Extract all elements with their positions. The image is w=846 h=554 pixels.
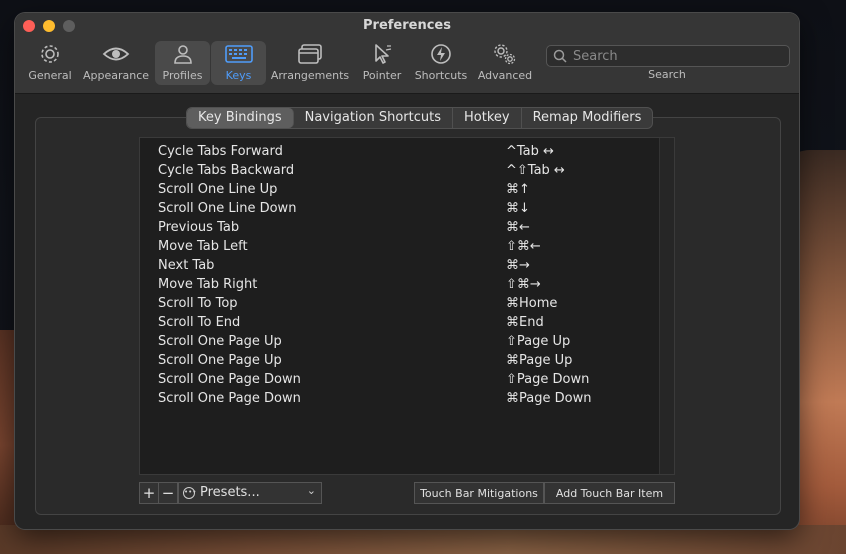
binding-action: Next Tab: [158, 258, 215, 273]
gears-icon: [491, 41, 519, 67]
table-row[interactable]: Previous Tab ⌘←: [140, 219, 660, 238]
wallpaper-rock-bottom: [0, 525, 846, 554]
tab-hotkey[interactable]: Hotkey: [453, 108, 522, 128]
eye-icon: [102, 41, 130, 67]
tab-remap-modifiers[interactable]: Remap Modifiers: [522, 108, 653, 128]
binding-action: Scroll To Top: [158, 296, 238, 311]
toolbar-general[interactable]: General: [25, 41, 75, 85]
toolbar-profiles[interactable]: Profiles: [155, 41, 210, 85]
binding-key: ⌘Page Down: [506, 391, 592, 406]
binding-key: ⇧Page Up: [506, 334, 571, 349]
binding-action: Scroll One Line Down: [158, 201, 297, 216]
binding-key: ⌘→: [506, 258, 530, 273]
binding-action: Scroll To End: [158, 315, 241, 330]
binding-key: ⌘Home: [506, 296, 558, 311]
bolt-icon: [429, 41, 453, 67]
toolbar-pointer[interactable]: Pointer: [359, 41, 405, 85]
tab-key-bindings[interactable]: Key Bindings: [187, 108, 294, 128]
toolbar-appearance-label: Appearance: [82, 69, 150, 82]
window-title: Preferences: [363, 18, 451, 33]
add-binding-button[interactable]: +: [139, 482, 159, 504]
binding-action: Scroll One Page Down: [158, 391, 301, 406]
binding-key: ⇧⌘←: [506, 239, 541, 254]
titlebar-toolbar: Preferences General Appearance Profiles: [15, 13, 799, 94]
table-row[interactable]: Cycle Tabs Backward ^⇧Tab ↔: [140, 162, 660, 181]
binding-key: ⌘End: [506, 315, 544, 330]
person-icon: [171, 41, 195, 67]
binding-key: ⌘←: [506, 220, 530, 235]
remove-binding-button[interactable]: −: [158, 482, 178, 504]
toolbar-general-label: General: [28, 69, 72, 82]
binding-key: ⌘↑: [506, 182, 530, 197]
touch-bar-mitigations-button[interactable]: Touch Bar Mitigations: [414, 482, 544, 504]
binding-action: Cycle Tabs Forward: [158, 144, 283, 159]
toolbar-arrangements[interactable]: Arrangements: [270, 41, 350, 85]
tab-bar: Key Bindings Navigation Shortcuts Hotkey…: [186, 107, 654, 129]
table-scrollbar[interactable]: [659, 138, 674, 474]
binding-action: Move Tab Left: [158, 239, 248, 254]
binding-key: ⇧⌘→: [506, 277, 541, 292]
table-row[interactable]: Move Tab Left ⇧⌘←: [140, 238, 660, 257]
search-field[interactable]: [546, 45, 790, 67]
table-row[interactable]: Next Tab ⌘→: [140, 257, 660, 276]
ellipsis-circle-icon: •••: [183, 487, 196, 499]
binding-key: ⌘↓: [506, 201, 530, 216]
table-row[interactable]: Scroll One Page Down ⇧Page Down: [140, 371, 660, 390]
binding-action: Move Tab Right: [158, 277, 258, 292]
add-touch-bar-item-button[interactable]: Add Touch Bar Item: [544, 482, 675, 504]
toolbar-pointer-label: Pointer: [362, 69, 402, 82]
table-row[interactable]: Scroll One Page Down ⌘Page Down: [140, 390, 660, 409]
toolbar-advanced-label: Advanced: [477, 69, 533, 82]
toolbar-keys[interactable]: Keys: [211, 41, 266, 85]
toolbar-appearance[interactable]: Appearance: [81, 41, 151, 85]
search-input[interactable]: [571, 47, 785, 65]
table-row[interactable]: Move Tab Right ⇧⌘→: [140, 276, 660, 295]
tab-navigation-shortcuts[interactable]: Navigation Shortcuts: [294, 108, 454, 128]
toolbar-advanced[interactable]: Advanced: [477, 41, 533, 85]
presets-label: Presets...: [200, 485, 260, 500]
table-row[interactable]: Scroll To End ⌘End: [140, 314, 660, 333]
toolbar-shortcuts[interactable]: Shortcuts: [413, 41, 469, 85]
binding-action: Scroll One Line Up: [158, 182, 278, 197]
table-row[interactable]: Scroll One Page Up ⇧Page Up: [140, 333, 660, 352]
windows-icon: [297, 41, 323, 67]
binding-key: ⌘Page Up: [506, 353, 573, 368]
cursor-icon: [370, 41, 394, 67]
binding-action: Previous Tab: [158, 220, 240, 235]
binding-key: ^⇧Tab ↔: [506, 163, 565, 178]
toolbar-profiles-label: Profiles: [162, 69, 203, 82]
toolbar-keys-label: Keys: [225, 69, 252, 82]
table-row[interactable]: Scroll One Page Up ⌘Page Up: [140, 352, 660, 371]
gear-icon: [38, 41, 62, 67]
binding-key: ^Tab ↔: [506, 144, 554, 159]
toolbar-shortcuts-label: Shortcuts: [414, 69, 468, 82]
binding-action: Scroll One Page Up: [158, 353, 282, 368]
search-icon: [553, 49, 567, 63]
presets-dropdown[interactable]: ••• Presets... ⌄: [178, 482, 322, 504]
search-label: Search: [648, 68, 686, 81]
binding-action: Cycle Tabs Backward: [158, 163, 295, 178]
binding-action: Scroll One Page Down: [158, 372, 301, 387]
binding-action: Scroll One Page Up: [158, 334, 282, 349]
keyboard-icon: [224, 41, 253, 67]
table-row[interactable]: Cycle Tabs Forward ^Tab ↔: [140, 143, 660, 162]
table-row[interactable]: Scroll One Line Up ⌘↑: [140, 181, 660, 200]
table-row[interactable]: Scroll One Line Down ⌘↓: [140, 200, 660, 219]
preferences-window: Preferences General Appearance Profiles: [15, 13, 799, 529]
chevron-down-icon: ⌄: [306, 484, 316, 497]
table-row[interactable]: Scroll To Top ⌘Home: [140, 295, 660, 314]
toolbar-arrangements-label: Arrangements: [270, 69, 350, 82]
binding-key: ⇧Page Down: [506, 372, 590, 387]
key-bindings-table[interactable]: Cycle Tabs Forward ^Tab ↔ Cycle Tabs Back…: [139, 137, 675, 475]
